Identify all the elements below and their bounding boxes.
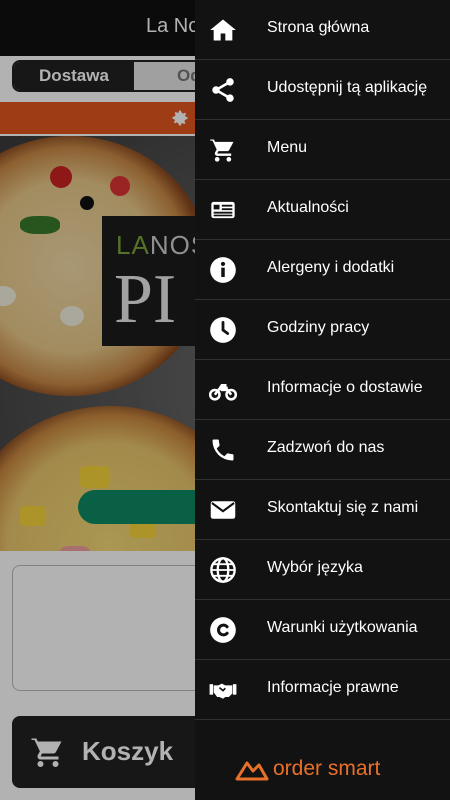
newspaper-icon xyxy=(209,196,237,224)
menu-item-menu[interactable]: Menu xyxy=(195,120,450,180)
menu-item-label: Udostępnij tą aplikację xyxy=(267,79,428,96)
globe-icon xyxy=(209,556,237,584)
handshake-icon xyxy=(209,676,237,704)
home-icon xyxy=(209,16,237,44)
clock-icon xyxy=(209,316,237,344)
menu-item-call-us[interactable]: Zadzwoń do nas xyxy=(195,420,450,480)
navigation-drawer: Strona główna Udostępnij tą aplikację Me… xyxy=(195,0,450,800)
menu-item-label: Alergeny i dodatki xyxy=(267,259,395,276)
menu-item-delivery-info[interactable]: Informacje o dostawie xyxy=(195,360,450,420)
menu-item-label: Wybór języka xyxy=(267,559,363,576)
envelope-icon xyxy=(209,496,237,524)
order-smart-logo: order smart xyxy=(235,756,415,786)
menu-item-language[interactable]: Wybór języka xyxy=(195,540,450,600)
menu-item-news[interactable]: Aktualności xyxy=(195,180,450,240)
phone-icon xyxy=(209,436,237,464)
order-smart-wordmark: order smart xyxy=(273,757,381,780)
share-icon xyxy=(209,76,237,104)
info-icon xyxy=(209,256,237,284)
menu-item-legal[interactable]: Informacje prawne xyxy=(195,660,450,720)
copyright-icon xyxy=(209,616,237,644)
menu-item-label: Aktualności xyxy=(267,199,349,216)
menu-item-label: Zadzwoń do nas xyxy=(267,439,385,456)
menu-item-share-app[interactable]: Udostępnij tą aplikację xyxy=(195,60,450,120)
motorcycle-icon xyxy=(209,376,237,404)
menu-item-contact[interactable]: Skontaktuj się z nami xyxy=(195,480,450,540)
cart-icon xyxy=(209,136,237,164)
menu-item-label: Skontaktuj się z nami xyxy=(267,499,419,516)
menu-item-label: Godziny pracy xyxy=(267,319,370,336)
menu-item-label: Informacje o dostawie xyxy=(267,379,423,396)
menu-item-label: Warunki użytkowania xyxy=(267,619,418,636)
menu-item-label: Menu xyxy=(267,139,308,156)
menu-item-home[interactable]: Strona główna xyxy=(195,0,450,60)
menu-item-opening-hours[interactable]: Godziny pracy xyxy=(195,300,450,360)
menu-item-label: Informacje prawne xyxy=(267,679,399,696)
menu-item-allergens[interactable]: Alergeny i dodatki xyxy=(195,240,450,300)
menu-item-label: Strona główna xyxy=(267,19,370,36)
menu-item-terms[interactable]: Warunki użytkowania xyxy=(195,600,450,660)
order-smart-logo-icon xyxy=(235,761,269,781)
